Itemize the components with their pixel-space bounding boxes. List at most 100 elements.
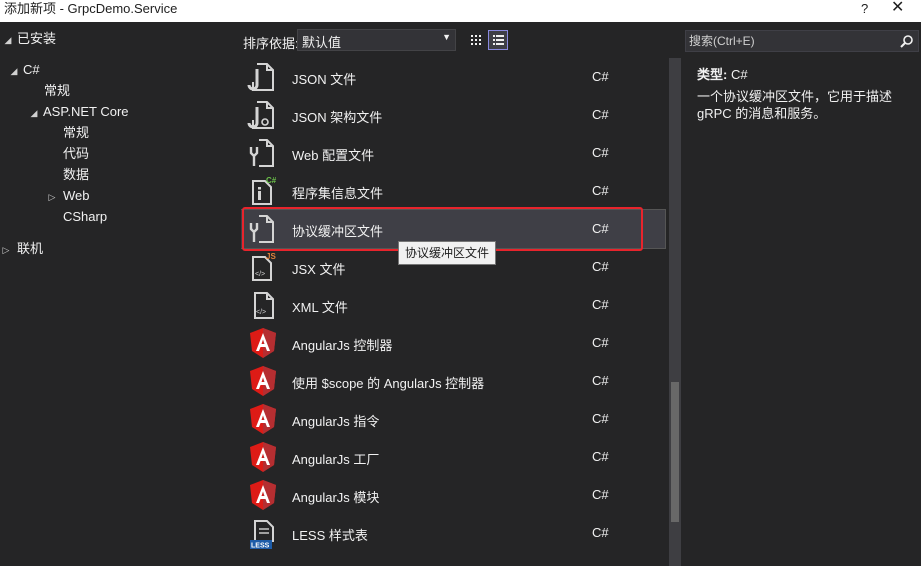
template-language: C# (592, 487, 609, 502)
template-language: C# (592, 221, 609, 236)
tree-node-label: ASP.NET Core (43, 104, 129, 119)
template-language: C# (592, 69, 609, 84)
angularjs-icon (250, 442, 276, 472)
help-button[interactable]: ? (861, 0, 868, 17)
template-language: C# (592, 297, 609, 312)
template-name: JSON 文件 (292, 72, 357, 87)
search-box[interactable] (685, 30, 919, 52)
template-name: AngularJs 工厂 (292, 452, 380, 467)
svg-text:</>: </> (256, 309, 266, 316)
expanded-arrow-icon[interactable]: ◢ (8, 61, 20, 81)
details-pane: 类型: C# 一个协议缓冲区文件，它用于描述 gRPC 的消息和服务。 (683, 22, 921, 566)
protobuf-file-icon (249, 215, 274, 243)
close-button[interactable]: ✕ (891, 0, 904, 17)
scrollbar-thumb[interactable] (671, 382, 679, 522)
collapsed-arrow-icon[interactable]: ▷ (46, 187, 58, 207)
sort-toolbar: 排序依据: 默认值 ▼ (238, 22, 683, 58)
template-row[interactable]: </> XML 文件 C# (241, 286, 665, 324)
template-language: C# (592, 107, 609, 122)
tree-node-installed[interactable]: ◢ 已安装 (2, 29, 56, 49)
template-language: C# (592, 183, 609, 198)
type-info: 类型: C# (697, 64, 748, 83)
search-input[interactable] (689, 33, 889, 49)
window-title: 添加新项 - GrpcDemo.Service (4, 1, 178, 16)
template-row[interactable]: AngularJs 指令 C# (241, 400, 665, 438)
tree-node-aspnet-general[interactable]: 常规 (63, 123, 89, 143)
tree-node-label: C# (23, 62, 40, 77)
grid-view-button[interactable] (466, 30, 486, 50)
json-file-icon (247, 63, 274, 91)
svg-text:C#: C# (266, 176, 277, 185)
svg-text:</>: </> (255, 271, 265, 278)
template-row[interactable]: JSON 架构文件 C# (241, 96, 665, 134)
tree-node-csharp-sub[interactable]: CSharp (63, 207, 107, 227)
jsx-file-icon: </> JS (252, 252, 276, 281)
tree-node-data[interactable]: 数据 (63, 165, 89, 185)
tree-node-label: 已安装 (17, 31, 57, 46)
search-icon[interactable] (899, 34, 914, 49)
template-language: C# (592, 373, 609, 388)
type-label: 类型: (697, 67, 728, 82)
sort-dropdown[interactable]: 默认值 ▼ (297, 29, 456, 51)
collapsed-arrow-icon[interactable]: ▷ (0, 240, 12, 260)
tree-node-online[interactable]: ▷ 联机 (0, 239, 43, 259)
template-name: JSX 文件 (292, 262, 346, 277)
template-row[interactable]: LESS LESS 样式表 C# (241, 514, 665, 552)
sort-dropdown-value: 默认值 (302, 35, 342, 50)
tree-node-label: CSharp (63, 209, 108, 224)
template-language: C# (592, 411, 609, 426)
less-file-icon: LESS (250, 520, 274, 550)
tree-node-label: 代码 (63, 146, 90, 161)
assembly-info-file-icon: C# (252, 176, 277, 205)
template-row[interactable]: AngularJs 工厂 C# (241, 438, 665, 476)
template-language: C# (592, 259, 609, 274)
item-tooltip: 协议缓冲区文件 (398, 241, 497, 265)
template-row[interactable]: 使用 $scope 的 AngularJs 控制器 C# (241, 362, 665, 400)
template-name: LESS 样式表 (292, 528, 368, 543)
template-row[interactable]: AngularJs 控制器 C# (241, 324, 665, 362)
template-language: C# (592, 335, 609, 350)
tree-node-label: 数据 (63, 167, 90, 182)
template-row[interactable]: Web 配置文件 C# (241, 134, 665, 172)
item-description: 一个协议缓冲区文件，它用于描述 gRPC 的消息和服务。 (697, 89, 893, 121)
tree-node-label: 联机 (17, 241, 44, 256)
tree-node-label: 常规 (63, 125, 90, 140)
sort-label: 排序依据: (243, 36, 299, 51)
expanded-arrow-icon[interactable]: ◢ (2, 30, 14, 50)
type-value: C# (730, 67, 748, 82)
tree-node-code[interactable]: 代码 (63, 144, 89, 164)
template-list[interactable]: JSON 文件 C# JSON 架构文件 C# Web 配置文件 C# C# 程序集信息文件 C… (241, 58, 669, 566)
template-name: JSON 架构文件 (292, 110, 383, 125)
tree-node-aspnet-core[interactable]: ◢ ASP.NET Core (28, 102, 129, 122)
template-name: AngularJs 模块 (292, 490, 380, 505)
template-name: 协议缓冲区文件 (292, 224, 384, 239)
tree-node-csharp[interactable]: ◢ C# (8, 60, 40, 80)
angularjs-icon (250, 328, 276, 358)
angularjs-icon (250, 366, 276, 396)
tree-node-web[interactable]: ▷ Web (46, 186, 90, 206)
template-row[interactable]: C# 程序集信息文件 C# (241, 172, 665, 210)
category-tree: ◢ 已安装 ◢ C# 常规 ◢ ASP.NET Core 常规 代码 数据 ▷ Web … (0, 22, 238, 566)
svg-text:LESS: LESS (251, 543, 270, 550)
title-bar: 添加新项 - GrpcDemo.Service ? ✕ (0, 0, 921, 22)
list-view-button[interactable] (488, 30, 508, 50)
template-name: 程序集信息文件 (292, 186, 384, 201)
list-view-icon (493, 35, 504, 45)
expanded-arrow-icon[interactable]: ◢ (28, 103, 40, 123)
angularjs-icon (250, 480, 276, 510)
tree-node-label: 常规 (44, 83, 71, 98)
template-name: 使用 $scope 的 AngularJs 控制器 (292, 376, 485, 391)
template-language: C# (592, 449, 609, 464)
template-language: C# (592, 145, 609, 160)
tree-node-general[interactable]: 常规 (44, 81, 70, 101)
template-language: C# (592, 525, 609, 540)
template-row[interactable]: JSON 文件 C# (241, 58, 665, 96)
list-scrollbar[interactable] (669, 58, 681, 566)
template-row[interactable]: AngularJs 模块 C# (241, 476, 665, 514)
json-schema-file-icon (247, 101, 274, 129)
angularjs-icon (250, 404, 276, 434)
web-config-file-icon (249, 139, 274, 167)
grid-view-icon (471, 35, 481, 45)
dropdown-arrow-icon: ▼ (442, 32, 451, 42)
template-name: AngularJs 指令 (292, 414, 380, 429)
